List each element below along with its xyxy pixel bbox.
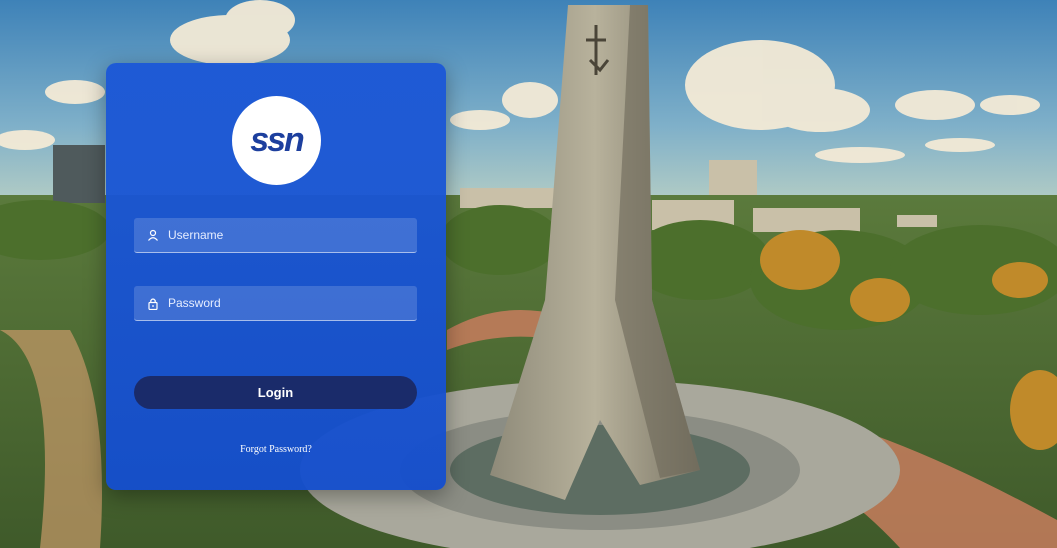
login-card: ssn Login Forgot Password? [106, 63, 446, 490]
logo-text: ssn [250, 121, 305, 159]
username-field[interactable] [134, 218, 417, 253]
ssn-logo: ssn [232, 96, 321, 185]
forgot-password-link[interactable]: Forgot Password? [106, 444, 446, 455]
password-field[interactable] [134, 286, 417, 321]
login-button[interactable]: Login [134, 376, 417, 409]
lock-icon [146, 296, 160, 310]
user-icon [146, 228, 160, 242]
password-input[interactable] [168, 296, 417, 310]
username-input[interactable] [168, 228, 417, 242]
